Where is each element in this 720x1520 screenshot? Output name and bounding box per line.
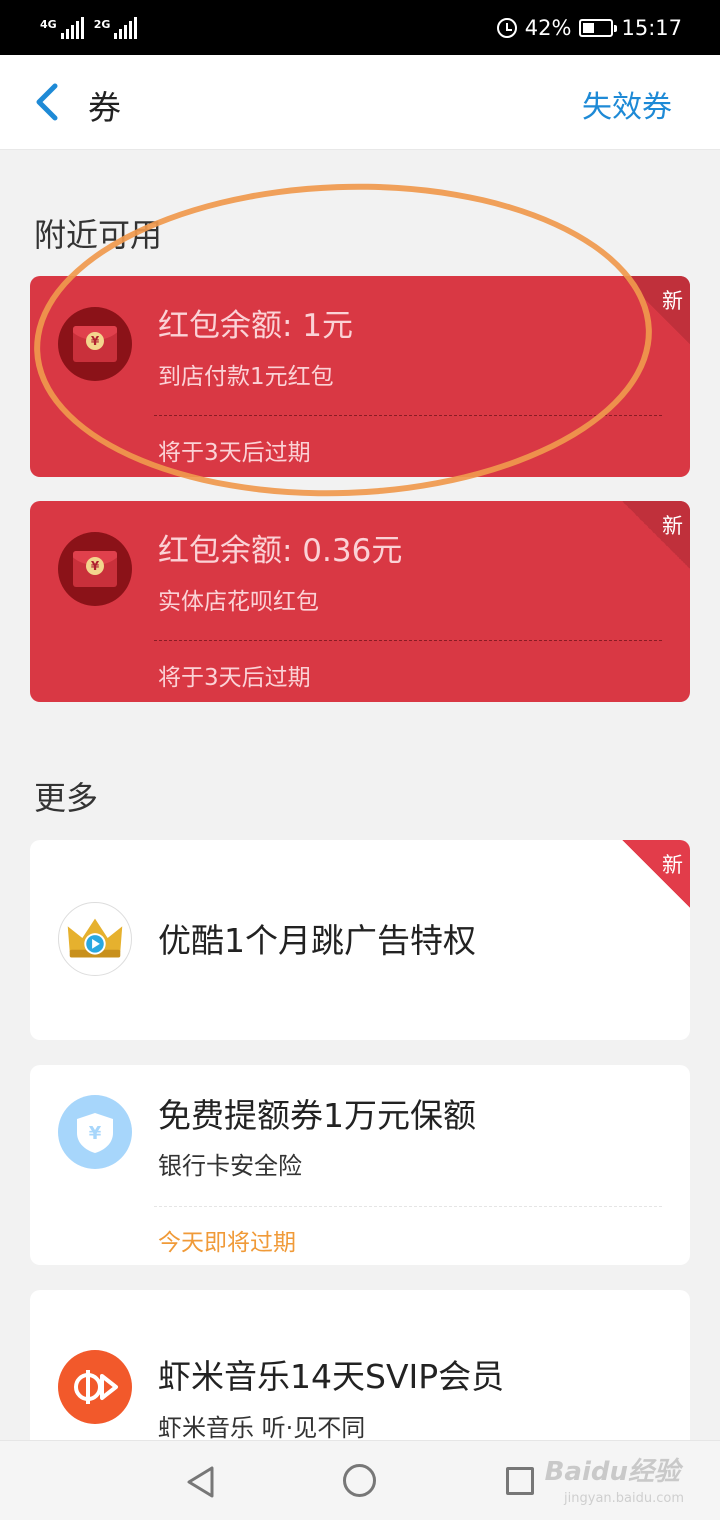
section-title-nearby: 附近可用 — [34, 216, 163, 254]
page-title: 券 — [88, 88, 121, 127]
coupon-title: 虾米音乐14天SVIP会员 — [158, 1357, 505, 1396]
coupon-card[interactable]: ¥ 免费提额券1万元保额 银行卡安全险 今天即将过期 — [30, 1065, 690, 1265]
red-envelope-icon: ¥ — [58, 532, 132, 606]
network-type-2: 2G — [93, 17, 111, 31]
shield-icon: ¥ — [58, 1095, 132, 1169]
coupon-title: 免费提额券1万元保额 — [158, 1096, 476, 1135]
coupon-expiry: 今天即将过期 — [158, 1230, 296, 1256]
section-title-more: 更多 — [34, 779, 99, 817]
coupon-expiry: 将于3天后过期 — [158, 440, 311, 466]
coupon-card[interactable]: 虾米音乐14天SVIP会员 虾米音乐 听·见不同 — [30, 1290, 690, 1450]
signal-icon: 4G — [40, 16, 84, 39]
new-badge: 新 — [622, 501, 690, 569]
back-button[interactable] — [22, 77, 72, 127]
coupon-title: 红包余额: 1元 — [158, 308, 354, 344]
coupon-subtitle: 到店付款1元红包 — [158, 364, 334, 390]
alarm-icon — [496, 17, 517, 38]
new-badge: 新 — [622, 840, 690, 908]
divider — [154, 1206, 662, 1207]
coupon-subtitle: 实体店花呗红包 — [158, 589, 319, 615]
nav-home-button[interactable] — [343, 1464, 376, 1497]
signal-icon-2: 2G — [93, 16, 138, 39]
nav-recent-button[interactable] — [506, 1467, 534, 1495]
nav-back-button[interactable] — [184, 1465, 218, 1503]
svg-text:¥: ¥ — [89, 1123, 102, 1144]
youku-crown-icon — [58, 902, 132, 976]
app-header: 券 失效券 — [0, 55, 720, 150]
watermark-url: jingyan.baidu.com — [564, 1491, 684, 1506]
divider — [154, 415, 662, 416]
coupon-card[interactable]: 新 ¥ 红包余额: 0.36元 实体店花呗红包 将于3天后过期 — [30, 501, 690, 702]
triangle-back-icon — [187, 1466, 214, 1498]
new-badge: 新 — [622, 276, 690, 344]
coupon-expiry: 将于3天后过期 — [158, 665, 311, 691]
coupon-card[interactable]: 新 优酷1个月跳广告特权 — [30, 840, 690, 1040]
battery-percent: 42% — [524, 15, 572, 40]
divider — [154, 640, 662, 641]
network-type: 4G — [40, 17, 57, 31]
coupon-title: 优酷1个月跳广告特权 — [158, 921, 476, 960]
expired-coupons-link[interactable]: 失效券 — [582, 82, 672, 126]
coupon-subtitle: 银行卡安全险 — [158, 1152, 302, 1180]
chevron-left-icon — [36, 83, 58, 121]
battery-icon — [579, 18, 618, 37]
xiami-music-icon — [58, 1350, 132, 1424]
watermark: Baidu经验 — [544, 1457, 680, 1487]
clock: 15:17 — [621, 15, 682, 40]
coupon-subtitle: 虾米音乐 听·见不同 — [158, 1414, 366, 1442]
signal-group: 4G 2G — [40, 16, 138, 39]
status-right: 42% 15:17 — [496, 15, 682, 40]
red-envelope-icon: ¥ — [58, 307, 132, 381]
coupon-card[interactable]: 新 ¥ 红包余额: 1元 到店付款1元红包 将于3天后过期 — [30, 276, 690, 477]
status-bar: 4G 2G 42% 15:17 — [0, 0, 720, 55]
coupon-title: 红包余额: 0.36元 — [158, 533, 403, 569]
system-nav-bar: Baidu经验 jingyan.baidu.com — [0, 1440, 720, 1520]
